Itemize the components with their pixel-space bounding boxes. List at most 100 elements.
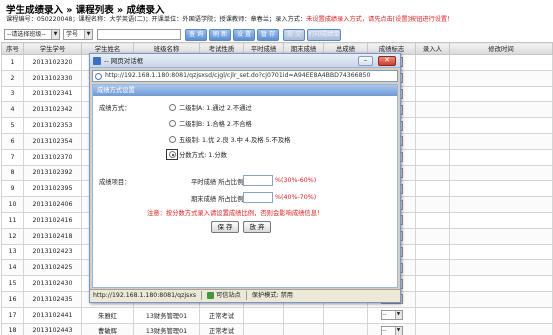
entered-by xyxy=(415,164,450,182)
grade-flag-select[interactable]: -- ▼ xyxy=(380,325,403,335)
course-info-text: 课程编号：050220048；课程名称：大学英语(二)；开课单位：外国语学院；授… xyxy=(6,16,307,23)
col-header: 修改时间 xyxy=(449,42,553,55)
settings-button[interactable]: 设 置 xyxy=(233,29,255,41)
modified-time xyxy=(449,164,553,182)
entered-by xyxy=(415,132,450,150)
field-select-value: 学号 xyxy=(66,31,79,38)
radio-binary-a[interactable] xyxy=(169,104,176,111)
grade-flag-select[interactable]: -- ▼ xyxy=(380,310,403,321)
student-id: 2013102418 xyxy=(23,227,82,245)
row-number: 3 xyxy=(1,85,24,103)
dialog-titlebar: -- 网页对话框 – ✕ xyxy=(90,54,400,68)
entered-by xyxy=(415,196,450,213)
chevron-down-icon: ▼ xyxy=(84,30,92,39)
print-grades-button[interactable]: 打印成绩单 xyxy=(307,29,341,41)
modified-time xyxy=(449,117,553,134)
course-info: 课程编号：050220048；课程名称：大学英语(二)；开课单位：外国语学院；授… xyxy=(6,14,551,26)
row-number: 10 xyxy=(1,196,24,213)
option-binary-a: 二级制A: 1.通过 2.不通过 xyxy=(179,105,252,112)
row-number: 8 xyxy=(1,164,24,182)
row-number: 2 xyxy=(1,69,24,87)
radio-five-level[interactable] xyxy=(169,136,176,143)
grade-flag-value: -- xyxy=(382,327,387,334)
class-select[interactable]: --请选择班级-- ▼ xyxy=(4,29,60,40)
entered-by xyxy=(415,306,450,324)
entered-by xyxy=(415,211,450,229)
usual-score xyxy=(243,322,284,335)
entered-by xyxy=(415,85,450,103)
refresh-button[interactable]: 刷 新 xyxy=(209,29,231,41)
modified-time xyxy=(449,196,553,213)
save-draft-button[interactable]: 暂 存 xyxy=(257,29,279,41)
entered-by xyxy=(415,180,450,198)
query-button[interactable]: 查 询 xyxy=(185,29,207,41)
modified-time xyxy=(449,132,553,150)
submit-button[interactable]: 提 交 xyxy=(283,29,305,41)
modified-time xyxy=(449,69,553,87)
setup-warning: 未设置成绩录入方式，请先点击[设置]按钮进行设置！ xyxy=(306,16,454,23)
entered-by xyxy=(415,290,450,308)
row-number: 14 xyxy=(1,259,24,277)
student-id: 2013102353 xyxy=(23,117,82,134)
entered-by xyxy=(415,101,450,119)
final-ratio-input[interactable] xyxy=(243,192,273,203)
grade-flag: -- ▼ xyxy=(367,322,416,335)
row-number: 6 xyxy=(1,132,24,150)
entered-by xyxy=(415,54,450,71)
option-score: 分数方式: 1.分数 xyxy=(179,152,227,159)
modified-time xyxy=(449,180,553,198)
radio-score[interactable] xyxy=(169,151,176,158)
class-select-value: --请选择班级-- xyxy=(7,31,46,38)
student-id: 2013102423 xyxy=(23,243,82,261)
modified-time xyxy=(449,148,553,166)
table-row: 17 2013102441 朱雅红 13财务管理01 正常考试 -- ▼ xyxy=(1,306,553,324)
row-number: 15 xyxy=(1,275,24,292)
address-bar: http://192.168.1.180:8081/qzjsxsd/cjgl/c… xyxy=(92,70,398,82)
window-icon xyxy=(93,57,101,65)
close-icon[interactable]: ✕ xyxy=(378,56,396,66)
cancel-button[interactable]: 放 弃 xyxy=(243,221,271,233)
row-number: 12 xyxy=(1,227,24,245)
entered-by xyxy=(415,243,450,261)
row-number: 18 xyxy=(1,322,24,335)
table-row: 18 2013102443 曹敏辉 13财务管理01 正常考试 -- ▼ xyxy=(1,322,553,335)
modified-time xyxy=(449,306,553,324)
student-id: 2013102354 xyxy=(23,132,82,150)
total-score xyxy=(323,306,368,324)
option-five-level: 五级制: 1.优 2.良 3.中 4.及格 5.不及格 xyxy=(179,137,291,144)
chevron-down-icon: ▼ xyxy=(394,326,402,335)
student-id: 2013102320 xyxy=(23,54,82,71)
col-header: 序号 xyxy=(1,42,24,55)
student-id: 2013102341 xyxy=(23,85,82,103)
modified-time xyxy=(449,101,553,119)
entered-by xyxy=(415,227,450,245)
save-button[interactable]: 保 存 xyxy=(211,221,239,233)
student-name: 朱雅红 xyxy=(81,306,134,324)
grade-flag: -- ▼ xyxy=(367,306,416,324)
student-id: 2013102330 xyxy=(23,69,82,87)
option-binary-b: 二级制B: 1.合格 2.不合格 xyxy=(179,121,252,128)
modified-time xyxy=(449,227,553,245)
final-ratio-hint: %(40%-70%) xyxy=(275,194,317,201)
row-number: 16 xyxy=(1,290,24,308)
minimize-icon[interactable]: – xyxy=(358,56,373,66)
method-label: 成绩方式： xyxy=(99,105,131,112)
final-score xyxy=(283,322,324,335)
field-select[interactable]: 学号 ▼ xyxy=(63,29,93,40)
row-number: 1 xyxy=(1,54,24,71)
radio-binary-b[interactable] xyxy=(169,120,176,127)
row-number: 7 xyxy=(1,148,24,166)
modified-time xyxy=(449,211,553,229)
trusted-site-icon xyxy=(207,291,215,299)
final-score-label: 期末成绩 所占比例 xyxy=(191,196,244,203)
entered-by xyxy=(415,117,450,134)
modified-time xyxy=(449,85,553,103)
student-id: 2013102406 xyxy=(23,196,82,213)
student-id: 2013102342 xyxy=(23,101,82,119)
student-id: 2013102435 xyxy=(23,290,82,308)
search-input[interactable] xyxy=(97,29,181,40)
usual-ratio-input[interactable] xyxy=(243,175,273,186)
dialog-statusbar: http://192.168.1.180:8081/qzjsxs 可信站点 保护… xyxy=(90,289,400,302)
student-id: 2013102416 xyxy=(23,211,82,229)
entered-by xyxy=(415,148,450,166)
